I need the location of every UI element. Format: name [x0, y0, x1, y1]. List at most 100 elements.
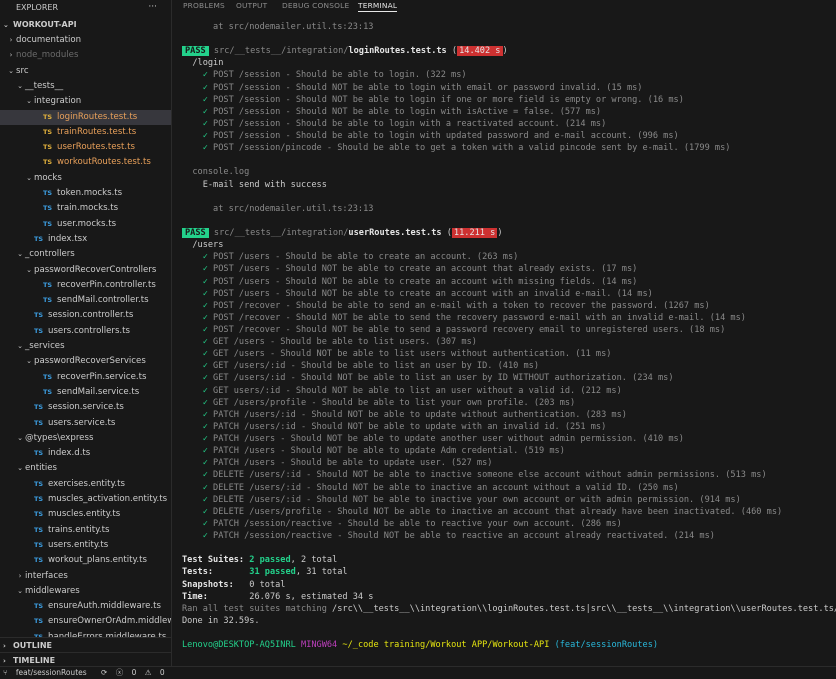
- tree-folder[interactable]: ⌄ entities: [0, 461, 171, 476]
- test-case-result: ✓ POST /users - Should NOT be able to cr…: [182, 263, 638, 275]
- check-icon: ✓: [182, 434, 214, 445]
- test-case-result: ✓ POST /users - Should be able to create…: [182, 251, 519, 263]
- tree-file[interactable]: TS trains.entity.ts: [0, 523, 171, 538]
- tree-file[interactable]: TS user.mocks.ts: [0, 217, 171, 232]
- chevron-down-icon: ⌄: [26, 97, 32, 106]
- test-case-result: ✓ POST /session - Should NOT be able to …: [182, 94, 684, 106]
- summary-passed: 2 passed: [249, 555, 291, 566]
- check-icon: ✓: [182, 494, 214, 505]
- check-icon: ✓: [182, 70, 214, 81]
- terminal-line: E-mail send with success: [182, 179, 327, 191]
- tree-item-label: workout_plans.entity.ts: [48, 555, 147, 566]
- test-case-text: POST /session/pincode - Should be able t…: [213, 143, 731, 154]
- tree-file[interactable]: TS trainRoutes.test.ts: [0, 125, 171, 140]
- tree-folder[interactable]: ⌄ passwordRecoverServices: [0, 354, 171, 369]
- test-case-result: ✓ PATCH /users/:id - Should NOT be able …: [182, 409, 627, 421]
- tree-folder[interactable]: › documentation: [0, 33, 171, 48]
- test-case-text: POST /users - Should be able to create a…: [213, 252, 519, 263]
- tree-folder[interactable]: ⌄ _services: [0, 339, 171, 354]
- summary-label: Tests:: [182, 567, 250, 578]
- project-header[interactable]: ⌄ WORKOUT-API: [0, 17, 171, 32]
- outline-section-header[interactable]: › OUTLINE: [0, 637, 171, 653]
- check-icon: ✓: [182, 118, 214, 129]
- summary-label: Test Suites:: [182, 555, 250, 566]
- summary-rest: , 2 total: [290, 555, 338, 566]
- warning-count: 0: [159, 668, 165, 677]
- test-case-text: POST /recover - Should NOT be able to se…: [213, 312, 746, 323]
- tree-file[interactable]: TS exercises.entity.ts: [0, 477, 171, 492]
- tree-item-label: mocks: [34, 172, 62, 183]
- tree-folder[interactable]: › node_modules: [0, 48, 171, 63]
- tree-file[interactable]: TS handleErrors.middleware.ts: [0, 630, 171, 637]
- tree-file[interactable]: TS users.entity.ts: [0, 538, 171, 553]
- tree-folder[interactable]: ⌄ src: [0, 64, 171, 79]
- test-case-result: ✓ POST /users - Should NOT be able to cr…: [182, 288, 653, 300]
- tree-file[interactable]: TS session.service.ts: [0, 400, 171, 415]
- problems-indicator[interactable]: ⓧ 0 ⚠ 0: [116, 668, 171, 677]
- tree-folder[interactable]: ⌄ middlewares: [0, 584, 171, 599]
- tree-file[interactable]: TS muscles_activation.entity.ts: [0, 492, 171, 507]
- tab-debug-console[interactable]: DEBUG CONSOLE: [282, 0, 349, 11]
- tab-output[interactable]: OUTPUT: [236, 0, 267, 11]
- warning-icon: ⚠: [144, 668, 152, 677]
- tree-file[interactable]: TS ensureAuth.middleware.ts: [0, 599, 171, 614]
- typescript-file-icon: TS: [43, 204, 53, 213]
- tree-file[interactable]: TS index.tsx: [0, 232, 171, 247]
- tab-problems[interactable]: PROBLEMS: [183, 0, 225, 11]
- check-icon: ✓: [182, 446, 214, 457]
- tree-file[interactable]: TS loginRoutes.test.ts: [0, 109, 171, 125]
- tree-folder[interactable]: ⌄ @types\express: [0, 431, 171, 446]
- check-icon: ✓: [182, 264, 214, 275]
- tree-item-label: trains.entity.ts: [48, 524, 110, 535]
- tree-file[interactable]: TS train.mocks.ts: [0, 201, 171, 216]
- tree-file[interactable]: TS userRoutes.test.ts: [0, 140, 171, 155]
- check-icon: ✓: [182, 361, 214, 372]
- timeline-label: TIMELINE: [13, 656, 56, 665]
- tree-folder[interactable]: ⌄ mocks: [0, 171, 171, 186]
- chevron-down-icon: ⌄: [17, 464, 23, 473]
- check-icon: ✓: [182, 276, 214, 287]
- tree-folder[interactable]: ⌄ __tests__: [0, 79, 171, 94]
- prompt-user: Lenovo@DESKTOP-AQ5INRL: [182, 640, 296, 651]
- timeline-section-header[interactable]: › TIMELINE: [0, 652, 171, 666]
- tree-file[interactable]: TS recoverPin.controller.ts: [0, 278, 171, 293]
- more-actions-icon[interactable]: ···: [148, 0, 157, 15]
- tree-file[interactable]: TS workout_plans.entity.ts: [0, 553, 171, 568]
- tree-folder[interactable]: ⌄ integration: [0, 94, 171, 109]
- tree-folder[interactable]: ⌄ _controllers: [0, 247, 171, 262]
- tree-file[interactable]: TS sendMail.service.ts: [0, 385, 171, 400]
- terminal-line: Done in 32.59s.: [182, 615, 260, 627]
- tree-file[interactable]: TS users.service.ts: [0, 416, 171, 431]
- test-case-result: ✓ DELETE /users/profile - Should NOT be …: [182, 506, 783, 518]
- test-case-result: ✓ PATCH /session/reactive - Should be ab…: [182, 518, 622, 530]
- typescript-file-icon: TS: [43, 158, 53, 167]
- test-case-text: PATCH /users/:id - Should NOT be able to…: [213, 409, 627, 420]
- sync-icon[interactable]: ⟳: [101, 668, 107, 677]
- tree-item-label: muscles.entity.ts: [48, 509, 121, 520]
- tree-file[interactable]: TS session.controller.ts: [0, 308, 171, 323]
- tree-folder[interactable]: › interfaces: [0, 569, 171, 584]
- tree-file[interactable]: TS recoverPin.service.ts: [0, 370, 171, 385]
- test-case-text: DELETE /users/profile - Should NOT be ab…: [213, 506, 783, 517]
- tree-item-label: integration: [34, 96, 82, 107]
- chevron-down-icon: ⌄: [8, 66, 14, 75]
- check-icon: ✓: [182, 312, 214, 323]
- tree-file[interactable]: TS ensureOwnerOrAdm.middlewa...: [0, 614, 171, 629]
- branch-indicator[interactable]: ⑂ feat/sessionRoutes: [3, 668, 93, 677]
- pass-badge: PASS: [182, 228, 209, 239]
- test-case-result: ✓ GET /users - Should NOT be able to lis…: [182, 348, 612, 360]
- tree-file[interactable]: TS users.controllers.ts: [0, 324, 171, 339]
- tree-file[interactable]: TS sendMail.controller.ts: [0, 293, 171, 308]
- panel-tabs: PROBLEMS OUTPUT DEBUG CONSOLE TERMINAL: [172, 0, 836, 13]
- tab-terminal[interactable]: TERMINAL: [358, 0, 398, 12]
- test-case-result: ✓ DELETE /users/:id - Should NOT be able…: [182, 482, 679, 494]
- tree-file[interactable]: TS index.d.ts: [0, 446, 171, 461]
- tree-file[interactable]: TS muscles.entity.ts: [0, 507, 171, 522]
- tree-file[interactable]: TS token.mocks.ts: [0, 186, 171, 201]
- terminal-text: E-mail send with success: [182, 179, 327, 190]
- summary-line: Tests: 31 passed, 31 total: [182, 566, 348, 578]
- tree-folder[interactable]: ⌄ passwordRecoverControllers: [0, 263, 171, 278]
- tree-file[interactable]: TS workoutRoutes.test.ts: [0, 155, 171, 170]
- stack-location: at src/nodemailer.util.ts:23:13: [182, 203, 374, 214]
- terminal-output[interactable]: at src/nodemailer.util.ts:23:13 PASS src/…: [182, 21, 836, 666]
